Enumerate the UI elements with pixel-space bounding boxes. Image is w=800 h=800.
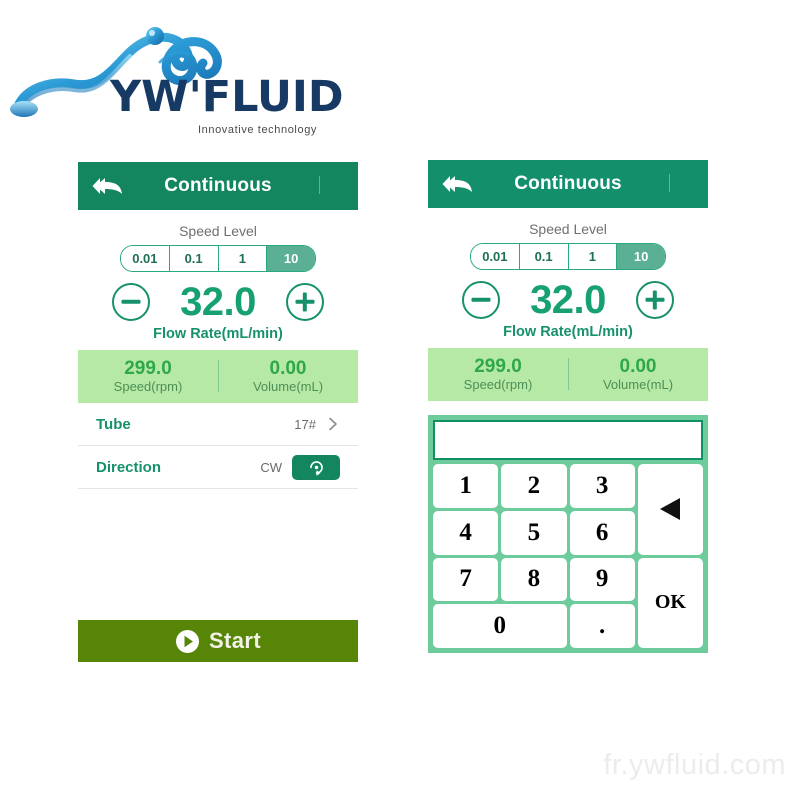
stat-speed-label: Speed(rpm)	[113, 379, 183, 395]
speed-level-option-10[interactable]: 10	[267, 246, 315, 271]
brand-logo: YW'FLUID Innovative technology	[10, 14, 344, 136]
setting-label-direction: Direction	[96, 458, 162, 476]
speed-level-option-1[interactable]: 1	[568, 244, 618, 269]
header-divider	[669, 174, 670, 192]
speed-level-option-0.01[interactable]: 0.01	[471, 244, 520, 269]
key-9[interactable]: 9	[569, 557, 635, 602]
plus-circle-icon[interactable]	[636, 281, 674, 319]
stats-strip-right: 299.0 Speed(rpm) 0.00 Volume(mL)	[428, 348, 708, 401]
logo-tagline: Innovative technology	[198, 124, 318, 136]
stat-volume: 0.00 Volume(mL)	[568, 355, 708, 393]
stat-speed: 299.0 Speed(rpm)	[78, 357, 218, 395]
speed-level-option-0.01[interactable]: 0.01	[121, 246, 170, 271]
header-divider	[319, 176, 320, 194]
keypad-input-display[interactable]	[433, 420, 703, 460]
stat-speed-value: 299.0	[474, 355, 522, 377]
key-7[interactable]: 7	[433, 557, 499, 602]
chevron-right-icon	[329, 417, 337, 431]
panel-header-left: Continuous	[78, 162, 358, 210]
key-backspace[interactable]	[637, 464, 703, 555]
start-button[interactable]: Start	[78, 620, 358, 662]
play-circle-icon	[175, 629, 199, 653]
key-8[interactable]: 8	[501, 557, 567, 602]
speed-level-segmented-control[interactable]: 0.01 0.1 1 10	[120, 245, 316, 272]
key-4[interactable]: 4	[433, 510, 499, 555]
key-6[interactable]: 6	[569, 510, 635, 555]
backspace-arrow-icon	[660, 498, 681, 521]
minus-circle-icon[interactable]	[462, 281, 500, 319]
stat-volume-label: Volume(mL)	[602, 377, 674, 393]
flow-rate-unit-label: Flow Rate(mL/min)	[153, 326, 283, 342]
key-5[interactable]: 5	[501, 510, 567, 555]
stats-divider	[218, 360, 220, 392]
stat-speed-value: 299.0	[124, 357, 172, 379]
setting-row-tube[interactable]: Tube 17#	[78, 403, 358, 446]
flow-rate-value[interactable]: 32.0	[516, 280, 620, 320]
key-3[interactable]: 3	[569, 464, 635, 508]
logo-wordmark: YW'FLUID	[110, 72, 344, 122]
speed-level-segmented-control[interactable]: 0.01 0.1 1 10	[470, 243, 666, 270]
stat-speed: 299.0 Speed(rpm)	[428, 355, 568, 393]
flow-rate-unit-label: Flow Rate(mL/min)	[503, 324, 633, 340]
speed-level-option-1[interactable]: 1	[218, 246, 268, 271]
speed-level-option-0.1[interactable]: 0.1	[169, 246, 219, 271]
double-chevron-back-icon[interactable]	[92, 174, 126, 198]
stat-volume-label: Volume(mL)	[252, 379, 324, 395]
speed-level-label: Speed Level	[529, 221, 607, 237]
key-2[interactable]: 2	[501, 464, 567, 508]
stat-volume-value: 0.00	[619, 355, 657, 377]
flow-rate-value[interactable]: 32.0	[166, 282, 270, 322]
setting-value-tube: 17#	[294, 416, 316, 432]
panel-header-right: Continuous	[428, 160, 708, 208]
site-watermark: fr.ywfluid.com	[603, 749, 786, 781]
key-ok[interactable]: OK	[637, 557, 703, 648]
start-button-label: Start	[208, 628, 262, 653]
speed-level-label: Speed Level	[179, 223, 257, 239]
speed-level-option-10[interactable]: 10	[617, 244, 665, 269]
stats-strip-left: 299.0 Speed(rpm) 0.00 Volume(mL)	[78, 350, 358, 403]
keypad-grid: 1 2 3 4 5 6 7 8 9 OK 0 .	[433, 464, 703, 648]
minus-circle-icon[interactable]	[112, 283, 150, 321]
setting-value-direction: CW	[260, 459, 282, 475]
device-screen-continuous: Continuous Speed Level 0.01 0.1 1 10 32.…	[78, 162, 358, 662]
stat-volume-value: 0.00	[269, 357, 307, 379]
flow-rate-stepper: 32.0	[428, 280, 708, 320]
stat-speed-label: Speed(rpm)	[463, 377, 533, 393]
flow-rate-stepper: 32.0	[78, 282, 358, 322]
setting-label-tube: Tube	[96, 415, 131, 433]
key-decimal-point[interactable]: .	[569, 604, 635, 648]
key-0[interactable]: 0	[433, 604, 567, 648]
double-chevron-back-icon[interactable]	[442, 172, 476, 196]
stats-divider	[568, 358, 570, 390]
speed-level-option-0.1[interactable]: 0.1	[519, 244, 569, 269]
setting-row-direction[interactable]: Direction CW	[78, 446, 358, 489]
plus-circle-icon[interactable]	[286, 283, 324, 321]
key-1[interactable]: 1	[433, 464, 499, 508]
clockwise-rotation-icon[interactable]	[292, 454, 340, 480]
stat-volume: 0.00 Volume(mL)	[218, 357, 358, 395]
numeric-keypad-overlay: 1 2 3 4 5 6 7 8 9 OK 0 .	[428, 415, 708, 653]
